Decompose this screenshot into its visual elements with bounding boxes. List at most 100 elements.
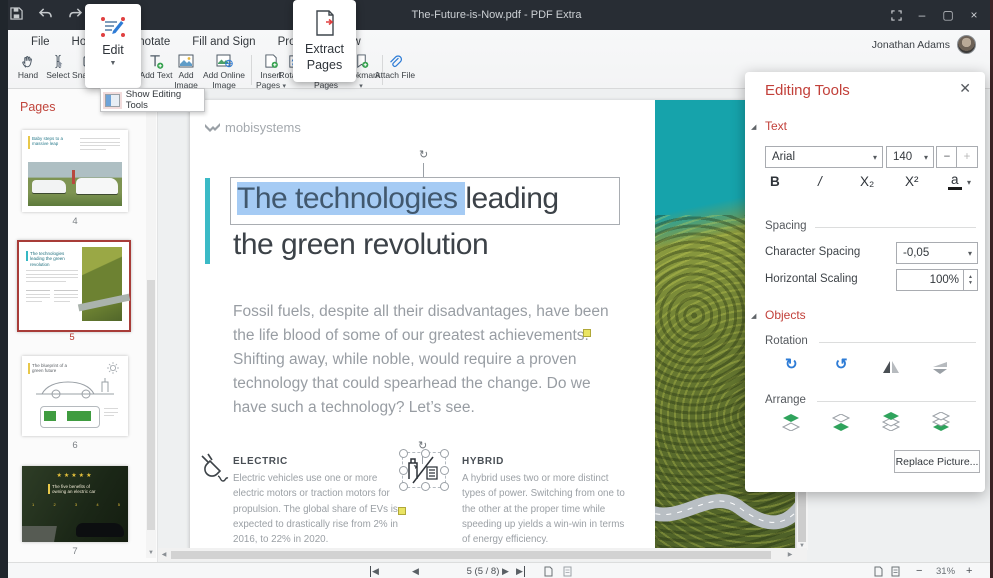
selection-handle[interactable] <box>399 466 408 475</box>
scroll-down-icon[interactable]: ▼ <box>146 550 156 556</box>
first-page-icon[interactable]: ◀ <box>370 566 379 577</box>
chevron-down-icon: ▼ <box>85 60 141 67</box>
panel-title: Editing Tools <box>765 82 850 99</box>
font-family-select[interactable]: Arial ▾ <box>765 146 883 168</box>
flip-horizontal-icon[interactable] <box>882 360 900 374</box>
chevron-down-icon: ▾ <box>968 249 977 258</box>
increase-size-button[interactable]: + <box>956 146 978 168</box>
rotate-left-icon[interactable]: ↺ <box>835 355 848 373</box>
sidebar-scrollbar[interactable]: ▲ ▼ <box>146 90 156 558</box>
font-size-select[interactable]: 140 ▾ <box>886 146 934 168</box>
collapse-ribbon-icon[interactable] <box>883 0 909 30</box>
expander-icon[interactable]: ◢ <box>751 312 756 320</box>
extract-pages-callout[interactable]: Extract Pages <box>293 0 356 82</box>
next-page-icon[interactable]: ▶ <box>502 566 509 577</box>
object-handle[interactable] <box>583 329 591 337</box>
close-button[interactable]: × <box>961 0 987 30</box>
italic-button[interactable]: / <box>818 174 822 189</box>
selection-handle[interactable] <box>421 482 430 491</box>
viewer-horizontal-scrollbar[interactable]: ◀ ▶ <box>157 548 807 561</box>
selection-handle[interactable] <box>421 449 430 458</box>
tool-attach-file[interactable]: Attach File <box>374 54 416 88</box>
selection-handle[interactable] <box>399 449 408 458</box>
continuous-view-icon[interactable] <box>563 566 572 577</box>
pdf-page[interactable]: mobisystems ↻ The technologies leading t… <box>190 100 795 550</box>
spinner[interactable]: ▲▼ <box>963 270 977 290</box>
thumb6-caption: The blueprint of a green future <box>32 363 72 374</box>
rotate-icon: ↻ <box>419 149 428 161</box>
chevron-down-icon[interactable]: ▾ <box>967 178 971 187</box>
menu-fill-and-sign[interactable]: Fill and Sign <box>181 34 266 50</box>
scroll-left-icon[interactable]: ◀ <box>157 551 171 558</box>
avatar[interactable] <box>957 35 976 54</box>
selection-handle[interactable] <box>440 466 449 475</box>
pdf-extra-window: The-Future-is-Now.pdf - PDF Extra – ▢ × … <box>0 0 993 578</box>
edit-callout-label: Edit <box>85 43 141 57</box>
tool-add-online-image[interactable]: Add Online Image <box>198 54 250 88</box>
title-line2[interactable]: the green revolution <box>233 228 488 262</box>
bring-forward-icon[interactable] <box>881 412 901 431</box>
body-paragraph[interactable]: Fossil fuels, despite all their disadvan… <box>233 300 625 420</box>
menu-file[interactable]: File <box>20 34 61 50</box>
hand-icon <box>21 54 35 69</box>
expander-icon[interactable]: ◢ <box>751 123 756 131</box>
flip-vertical-icon[interactable] <box>932 361 948 374</box>
sidebar-scroll-thumb[interactable] <box>147 280 155 530</box>
hybrid-icon-selected[interactable] <box>402 452 446 488</box>
send-to-back-icon[interactable] <box>831 414 851 431</box>
fit-width-icon[interactable] <box>891 566 900 577</box>
subscript-button[interactable]: X₂ <box>860 174 874 189</box>
superscript-button[interactable]: X² <box>905 174 919 189</box>
fit-page-icon[interactable] <box>874 566 883 577</box>
decrease-size-button[interactable]: − <box>936 146 958 168</box>
paperclip-icon <box>388 54 402 69</box>
last-page-icon[interactable]: ▶ <box>516 566 525 577</box>
rotate-right-icon[interactable]: ↻ <box>785 355 798 373</box>
character-spacing-select[interactable]: -0,05 ▾ <box>896 242 978 264</box>
bring-to-front-icon[interactable] <box>781 414 801 431</box>
pages-sidebar: Pages Baby steps to a massive leap 4 The… <box>8 88 158 562</box>
selection-handle[interactable] <box>440 482 449 491</box>
replace-picture-button[interactable]: Replace Picture... <box>894 450 980 473</box>
spacing-label: Spacing <box>765 220 807 232</box>
zoom-level[interactable]: 31% <box>936 566 955 577</box>
selection-handle[interactable] <box>440 449 449 458</box>
font-color-button[interactable]: a <box>948 172 962 190</box>
electric-heading[interactable]: ELECTRIC <box>233 456 288 467</box>
title-rotate-handle[interactable]: ↻ <box>419 145 428 177</box>
page-thumbnail-5-selected[interactable]: The technologies leading the green revol… <box>17 240 131 332</box>
thumb5-photo <box>82 247 122 321</box>
add-text-icon <box>148 54 164 69</box>
selected-text[interactable]: The technologies <box>237 182 465 215</box>
send-backward-icon[interactable] <box>931 412 951 431</box>
selection-handle[interactable] <box>399 482 408 491</box>
thumb7-caption: The five benefits of owning an electric … <box>52 484 98 495</box>
zoom-in-icon[interactable]: + <box>966 565 972 577</box>
horizontal-scaling-input[interactable]: 100% ▲▼ <box>896 269 978 291</box>
close-icon[interactable]: ✕ <box>959 80 971 97</box>
scroll-right-icon[interactable]: ▶ <box>783 551 797 558</box>
thumb4-caption: Baby steps to a massive leap <box>32 136 74 147</box>
title-rest[interactable]: leading <box>465 182 558 215</box>
editing-tools-panel: Editing Tools ✕ ◢ Text Arial ▾ 140 ▾ − +… <box>745 72 985 492</box>
h-scroll-thumb[interactable] <box>171 551 771 559</box>
title-text-box[interactable]: The technologies leading <box>230 177 620 225</box>
hybrid-body[interactable]: A hybrid uses two or more distinct types… <box>462 471 634 547</box>
plug-icon <box>198 452 230 486</box>
minimize-button[interactable]: – <box>909 0 935 30</box>
page-number-7: 7 <box>22 546 128 557</box>
bold-button[interactable]: B <box>770 174 780 189</box>
previous-page-icon[interactable]: ◀ <box>412 566 419 577</box>
object-handle[interactable] <box>398 507 406 515</box>
page-thumbnail-6[interactable]: The blueprint of a green future <box>22 356 128 436</box>
page-thumbnail-4[interactable]: Baby steps to a massive leap <box>22 130 128 212</box>
page-thumbnail-7[interactable]: ★★★★★ The five benefits of owning an ele… <box>22 466 128 542</box>
single-page-view-icon[interactable] <box>544 566 553 577</box>
maximize-button[interactable]: ▢ <box>935 0 961 30</box>
user-account[interactable]: Jonathan Adams <box>872 35 976 54</box>
mobisystems-logo[interactable]: mobisystems <box>205 120 301 135</box>
edit-callout[interactable]: Edit ▼ <box>85 4 141 88</box>
zoom-out-icon[interactable]: − <box>916 565 922 577</box>
electric-body[interactable]: Electric vehicles use one or more electr… <box>233 471 401 547</box>
hybrid-heading[interactable]: HYBRID <box>462 456 504 467</box>
